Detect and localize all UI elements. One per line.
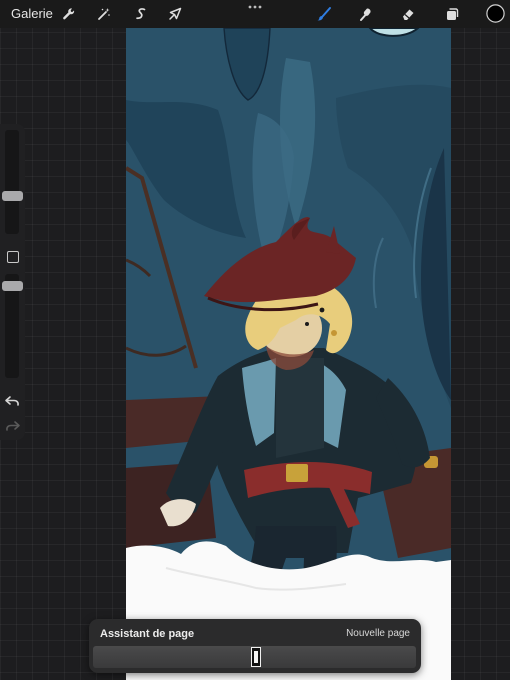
smudge-icon[interactable] (356, 4, 376, 24)
page-strip[interactable] (93, 646, 416, 668)
top-toolbar: Galerie (0, 0, 510, 28)
modifier-button[interactable] (7, 251, 19, 263)
drawing-canvas[interactable] (126, 28, 451, 680)
wrench-icon[interactable] (59, 4, 79, 24)
eraser-icon[interactable] (398, 4, 418, 24)
transform-arrow-icon[interactable] (165, 4, 185, 24)
color-swatch[interactable] (486, 4, 505, 23)
page-assistant-title: Assistant de page (100, 628, 195, 640)
page-assistant-panel: Assistant de page Nouvelle page (89, 619, 421, 673)
opacity-slider-thumb[interactable] (2, 281, 23, 291)
gallery-button[interactable]: Galerie (11, 6, 53, 21)
size-slider[interactable] (2, 130, 23, 234)
side-toolbar (0, 124, 25, 440)
redo-icon[interactable] (4, 419, 21, 433)
layers-icon[interactable] (442, 4, 462, 24)
new-page-button[interactable]: Nouvelle page (346, 628, 410, 639)
opacity-slider[interactable] (2, 274, 23, 378)
undo-icon[interactable] (4, 394, 21, 408)
brush-icon[interactable] (314, 4, 334, 24)
size-slider-thumb[interactable] (2, 191, 23, 201)
page-thumbnail[interactable] (251, 647, 261, 667)
magic-wand-icon[interactable] (94, 4, 114, 24)
pirate-illustration (126, 28, 451, 680)
more-options-icon[interactable] (247, 2, 263, 12)
selection-s-icon[interactable] (131, 4, 151, 24)
